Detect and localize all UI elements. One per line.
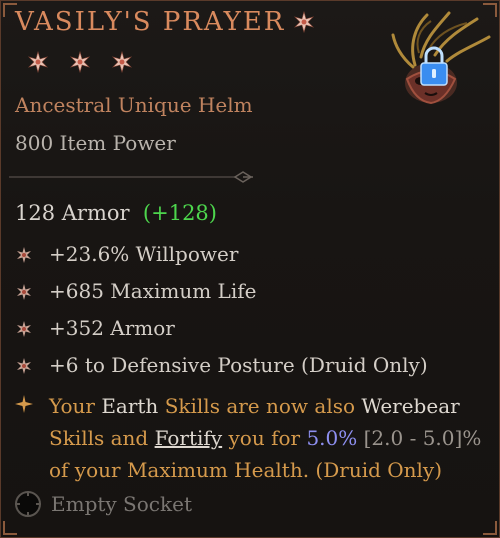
aspect-range: [2.0 - 5.0]	[363, 426, 463, 450]
aspect-star-icon	[15, 395, 33, 413]
socket-label: Empty Socket	[51, 492, 192, 516]
item-type: Ancestral Unique Helm	[15, 93, 253, 117]
affix-text: +685 Maximum Life	[49, 279, 257, 303]
affix-line: +352 Armor	[15, 316, 175, 340]
aspect-value: 5.0%	[306, 426, 358, 450]
item-power: 800 Item Power	[15, 131, 176, 155]
rarity-stars	[27, 50, 133, 74]
aspect-segment: you for	[222, 426, 307, 450]
rarity-star-icon	[111, 50, 133, 74]
armor-value: 128 Armor	[15, 201, 130, 225]
armor-bonus: (+128)	[142, 201, 217, 225]
corner-ornament	[483, 521, 497, 535]
aspect-keyword-fortify[interactable]: Fortify	[155, 426, 223, 450]
item-name: VASILY'S PRAYER	[15, 7, 286, 37]
empty-socket-icon	[13, 489, 43, 519]
socket-row: Empty Socket	[13, 489, 192, 519]
rarity-star-icon	[69, 50, 91, 74]
lock-icon	[420, 46, 448, 86]
affix-line: +23.6% Willpower	[15, 242, 238, 266]
aspect-range-unit: %	[462, 426, 482, 450]
item-tooltip: VASILY'S PRAYER Ancestral Unique Helm 80…	[0, 0, 500, 538]
corner-ornament	[3, 521, 17, 535]
aspect-segment: Skills and	[49, 426, 155, 450]
affix-star-icon	[15, 356, 33, 374]
aspect-text: Your Earth Skills are now also Werebear …	[49, 390, 490, 486]
rarity-star-icon	[27, 50, 49, 74]
section-divider	[9, 169, 259, 185]
aspect-segment: Skills	[164, 394, 220, 418]
item-image	[385, 5, 497, 117]
aspect-keyword-earth: Earth	[101, 394, 159, 418]
affix-star-icon	[15, 282, 33, 300]
aspect-segment: are now also	[219, 394, 362, 418]
aspect-segment: of your Maximum Health. (Druid Only)	[49, 458, 443, 482]
affix-star-icon	[15, 319, 33, 337]
affix-text: +352 Armor	[49, 316, 175, 340]
affix-line: +685 Maximum Life	[15, 279, 256, 303]
affix-star-icon	[15, 245, 33, 263]
title-row: VASILY'S PRAYER	[15, 7, 315, 37]
aspect-segment: Your	[49, 394, 102, 418]
affix-text: +23.6% Willpower	[49, 242, 239, 266]
aspect-keyword-werebear: Werebear	[361, 394, 460, 418]
armor-stat: 128 Armor (+128)	[15, 201, 217, 225]
affix-text: +6 to Defensive Posture (Druid Only)	[49, 353, 428, 377]
unique-star-icon	[293, 10, 315, 34]
affix-line: +6 to Defensive Posture (Druid Only)	[15, 353, 428, 377]
unique-aspect: Your Earth Skills are now also Werebear …	[15, 390, 490, 486]
